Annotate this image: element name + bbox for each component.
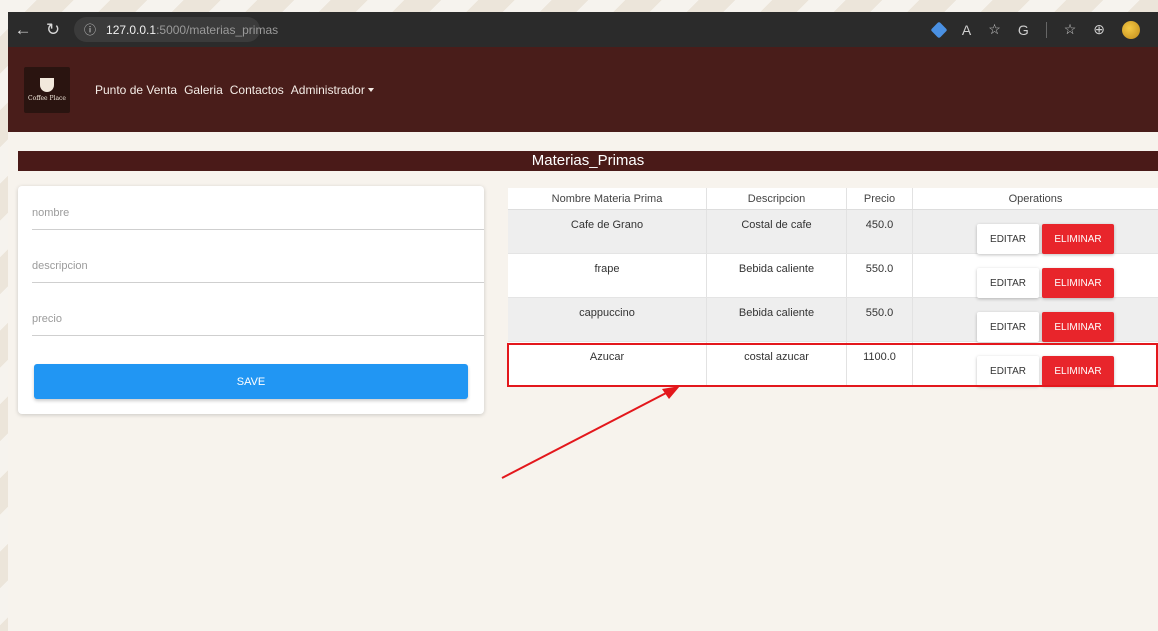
cell-precio: 550.0 <box>847 298 913 341</box>
cell-operations: EDITAR ELIMINAR <box>913 210 1158 254</box>
nav-dropdown-label: Administrador <box>290 82 365 97</box>
delete-button[interactable]: ELIMINAR <box>1042 224 1114 254</box>
header-descripcion: Descripcion <box>707 188 847 209</box>
nav-dropdown-administrador[interactable]: Administrador <box>291 83 374 97</box>
nombre-field[interactable]: nombre <box>32 190 484 230</box>
delete-button[interactable]: ELIMINAR <box>1042 356 1114 386</box>
table-row: frape Bebida caliente 550.0 EDITAR ELIMI… <box>508 254 1158 298</box>
browser-actions: A ☆ G ☆ ⊕ <box>930 20 1158 39</box>
info-icon: ⓘ <box>84 23 97 37</box>
edit-button[interactable]: EDITAR <box>977 268 1039 298</box>
collections-icon[interactable]: ⊕ <box>1093 21 1105 38</box>
favorite-add-icon[interactable]: ☆ <box>988 21 1001 38</box>
nav-link-contactos[interactable]: Contactos <box>230 83 284 97</box>
brand-logo[interactable]: Coffee Place <box>24 66 70 113</box>
nav-link-punto-de-venta[interactable]: Punto de Venta <box>95 83 177 97</box>
header-precio: Precio <box>847 188 913 209</box>
nav-link-galeria[interactable]: Galeria <box>184 83 223 97</box>
url-host: 127.0.0.1 <box>106 22 157 37</box>
table-row: cappuccino Bebida caliente 550.0 EDITAR … <box>508 298 1158 342</box>
delete-button[interactable]: ELIMINAR <box>1042 312 1114 342</box>
materia-prima-form: nombre descripcion precio SAVE <box>18 186 484 414</box>
extension-icon[interactable] <box>1122 20 1140 39</box>
url-path: :5000/materias_primas <box>156 22 279 37</box>
coffee-cup-icon <box>40 77 54 92</box>
page-title: Materias_Primas <box>18 151 1158 171</box>
back-arrow-icon[interactable]: ← <box>8 20 38 40</box>
cell-operations: EDITAR ELIMINAR <box>913 298 1158 342</box>
materias-primas-table: Nombre Materia Prima Descripcion Precio … <box>508 188 1158 386</box>
precio-field[interactable]: precio <box>32 296 484 336</box>
read-aloud-icon[interactable]: A <box>962 22 971 38</box>
table-row: Azucar costal azucar 1100.0 EDITAR ELIMI… <box>508 342 1158 386</box>
nav-links: Punto de Venta Galeria Contactos Adminis… <box>95 83 374 97</box>
cell-precio: 1100.0 <box>847 342 913 385</box>
cell-descripcion: costal azucar <box>707 342 847 385</box>
logo-text: Coffee Place <box>28 94 66 102</box>
cell-operations: EDITAR ELIMINAR <box>913 342 1158 386</box>
cell-operations: EDITAR ELIMINAR <box>913 254 1158 298</box>
table-row: Cafe de Grano Costal de cafe 450.0 EDITA… <box>508 210 1158 254</box>
save-button[interactable]: SAVE <box>34 364 468 399</box>
table-header: Nombre Materia Prima Descripcion Precio … <box>508 188 1158 210</box>
cell-precio: 550.0 <box>847 254 913 297</box>
copilot-icon[interactable]: G <box>1018 22 1029 38</box>
header-operations: Operations <box>1008 193 1063 205</box>
edit-button[interactable]: EDITAR <box>977 356 1039 386</box>
cell-nombre: frape <box>508 254 707 297</box>
edit-button[interactable]: EDITAR <box>977 312 1039 342</box>
refresh-icon[interactable]: ↻ <box>38 20 68 40</box>
app-navbar: Coffee Place Punto de Venta Galeria Cont… <box>8 47 1158 132</box>
cell-nombre: cappuccino <box>508 298 707 341</box>
toolbar-divider <box>1045 21 1047 38</box>
caret-down-icon <box>367 88 374 93</box>
edit-button[interactable]: EDITAR <box>977 224 1039 254</box>
descripcion-field[interactable]: descripcion <box>32 243 484 283</box>
cell-nombre: Azucar <box>508 342 707 385</box>
cell-nombre: Cafe de Grano <box>508 210 707 253</box>
cell-descripcion: Bebida caliente <box>707 254 847 297</box>
delete-button[interactable]: ELIMINAR <box>1042 268 1114 298</box>
favorites-icon[interactable]: ☆ <box>1064 21 1077 38</box>
address-bar[interactable]: ⓘ 127.0.0.1:5000/materias_primas <box>74 17 278 42</box>
cell-precio: 450.0 <box>847 210 913 253</box>
browser-toolbar: ← ↻ ⓘ 127.0.0.1:5000/materias_primas A ☆… <box>8 12 1158 47</box>
cell-descripcion: Costal de cafe <box>707 210 847 253</box>
header-nombre: Nombre Materia Prima <box>508 188 707 209</box>
cell-descripcion: Bebida caliente <box>707 298 847 341</box>
tag-icon[interactable] <box>930 21 948 38</box>
